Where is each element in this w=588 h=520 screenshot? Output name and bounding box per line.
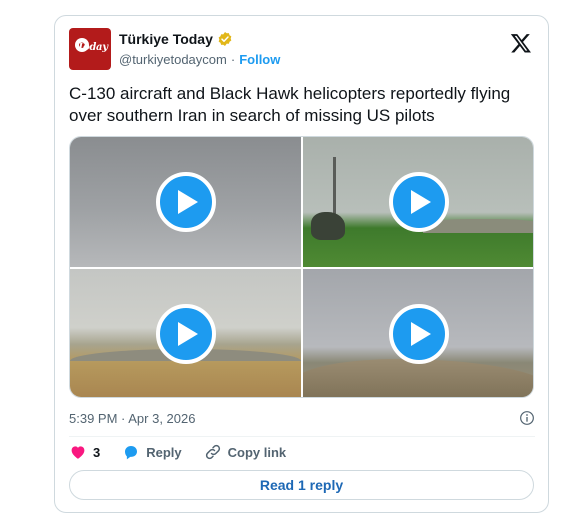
verified-badge-icon: [218, 32, 232, 46]
tree-graphic: [311, 212, 345, 240]
follow-button[interactable]: Follow: [239, 52, 280, 67]
video-tile-1[interactable]: [70, 137, 301, 267]
account-name-row: Türkiye Today: [119, 31, 233, 47]
video-tile-2[interactable]: [303, 137, 533, 267]
read-replies-button[interactable]: Read 1 reply: [69, 470, 534, 500]
avatar[interactable]: Today: [69, 28, 111, 70]
reply-button[interactable]: Reply: [122, 443, 182, 461]
like-button[interactable]: 3: [69, 443, 100, 461]
info-icon[interactable]: [519, 410, 535, 426]
reply-bubble-icon: [125, 446, 138, 460]
action-bar: 3 Reply Copy link: [69, 441, 308, 463]
video-tile-3[interactable]: [70, 269, 301, 397]
play-icon[interactable]: [155, 304, 216, 364]
media-grid: [69, 136, 534, 398]
copy-link-label: Copy link: [227, 444, 287, 460]
tweet-header: Today Türkiye Today @turkiyetodaycom · F…: [69, 28, 534, 72]
divider: [69, 436, 535, 437]
tweet-text: C-130 aircraft and Black Hawk helicopter…: [69, 84, 511, 125]
play-icon[interactable]: [388, 304, 449, 364]
heart-icon: [71, 446, 85, 459]
account-name[interactable]: Türkiye Today: [119, 31, 213, 47]
tweet-meta: 5:39 PM · Apr 3, 2026: [69, 408, 535, 428]
account-handle[interactable]: @turkiyetodaycom: [119, 52, 227, 67]
avatar-logo-text: Today: [77, 42, 108, 53]
tweet-card: Today Türkiye Today @turkiyetodaycom · F…: [54, 15, 549, 513]
x-logo-icon[interactable]: [510, 32, 532, 54]
play-icon[interactable]: [388, 172, 449, 232]
play-icon[interactable]: [155, 172, 216, 232]
timestamp[interactable]: 5:39 PM · Apr 3, 2026: [69, 411, 195, 426]
link-icon: [205, 444, 220, 460]
like-count: 3: [93, 444, 101, 460]
video-tile-4[interactable]: [303, 269, 533, 397]
copy-link-button[interactable]: Copy link: [204, 443, 287, 461]
hills-graphic: [303, 359, 533, 397]
handle-row: @turkiyetodaycom · Follow: [119, 52, 280, 67]
separator-dot: ·: [230, 52, 236, 67]
reply-label: Reply: [146, 444, 182, 460]
